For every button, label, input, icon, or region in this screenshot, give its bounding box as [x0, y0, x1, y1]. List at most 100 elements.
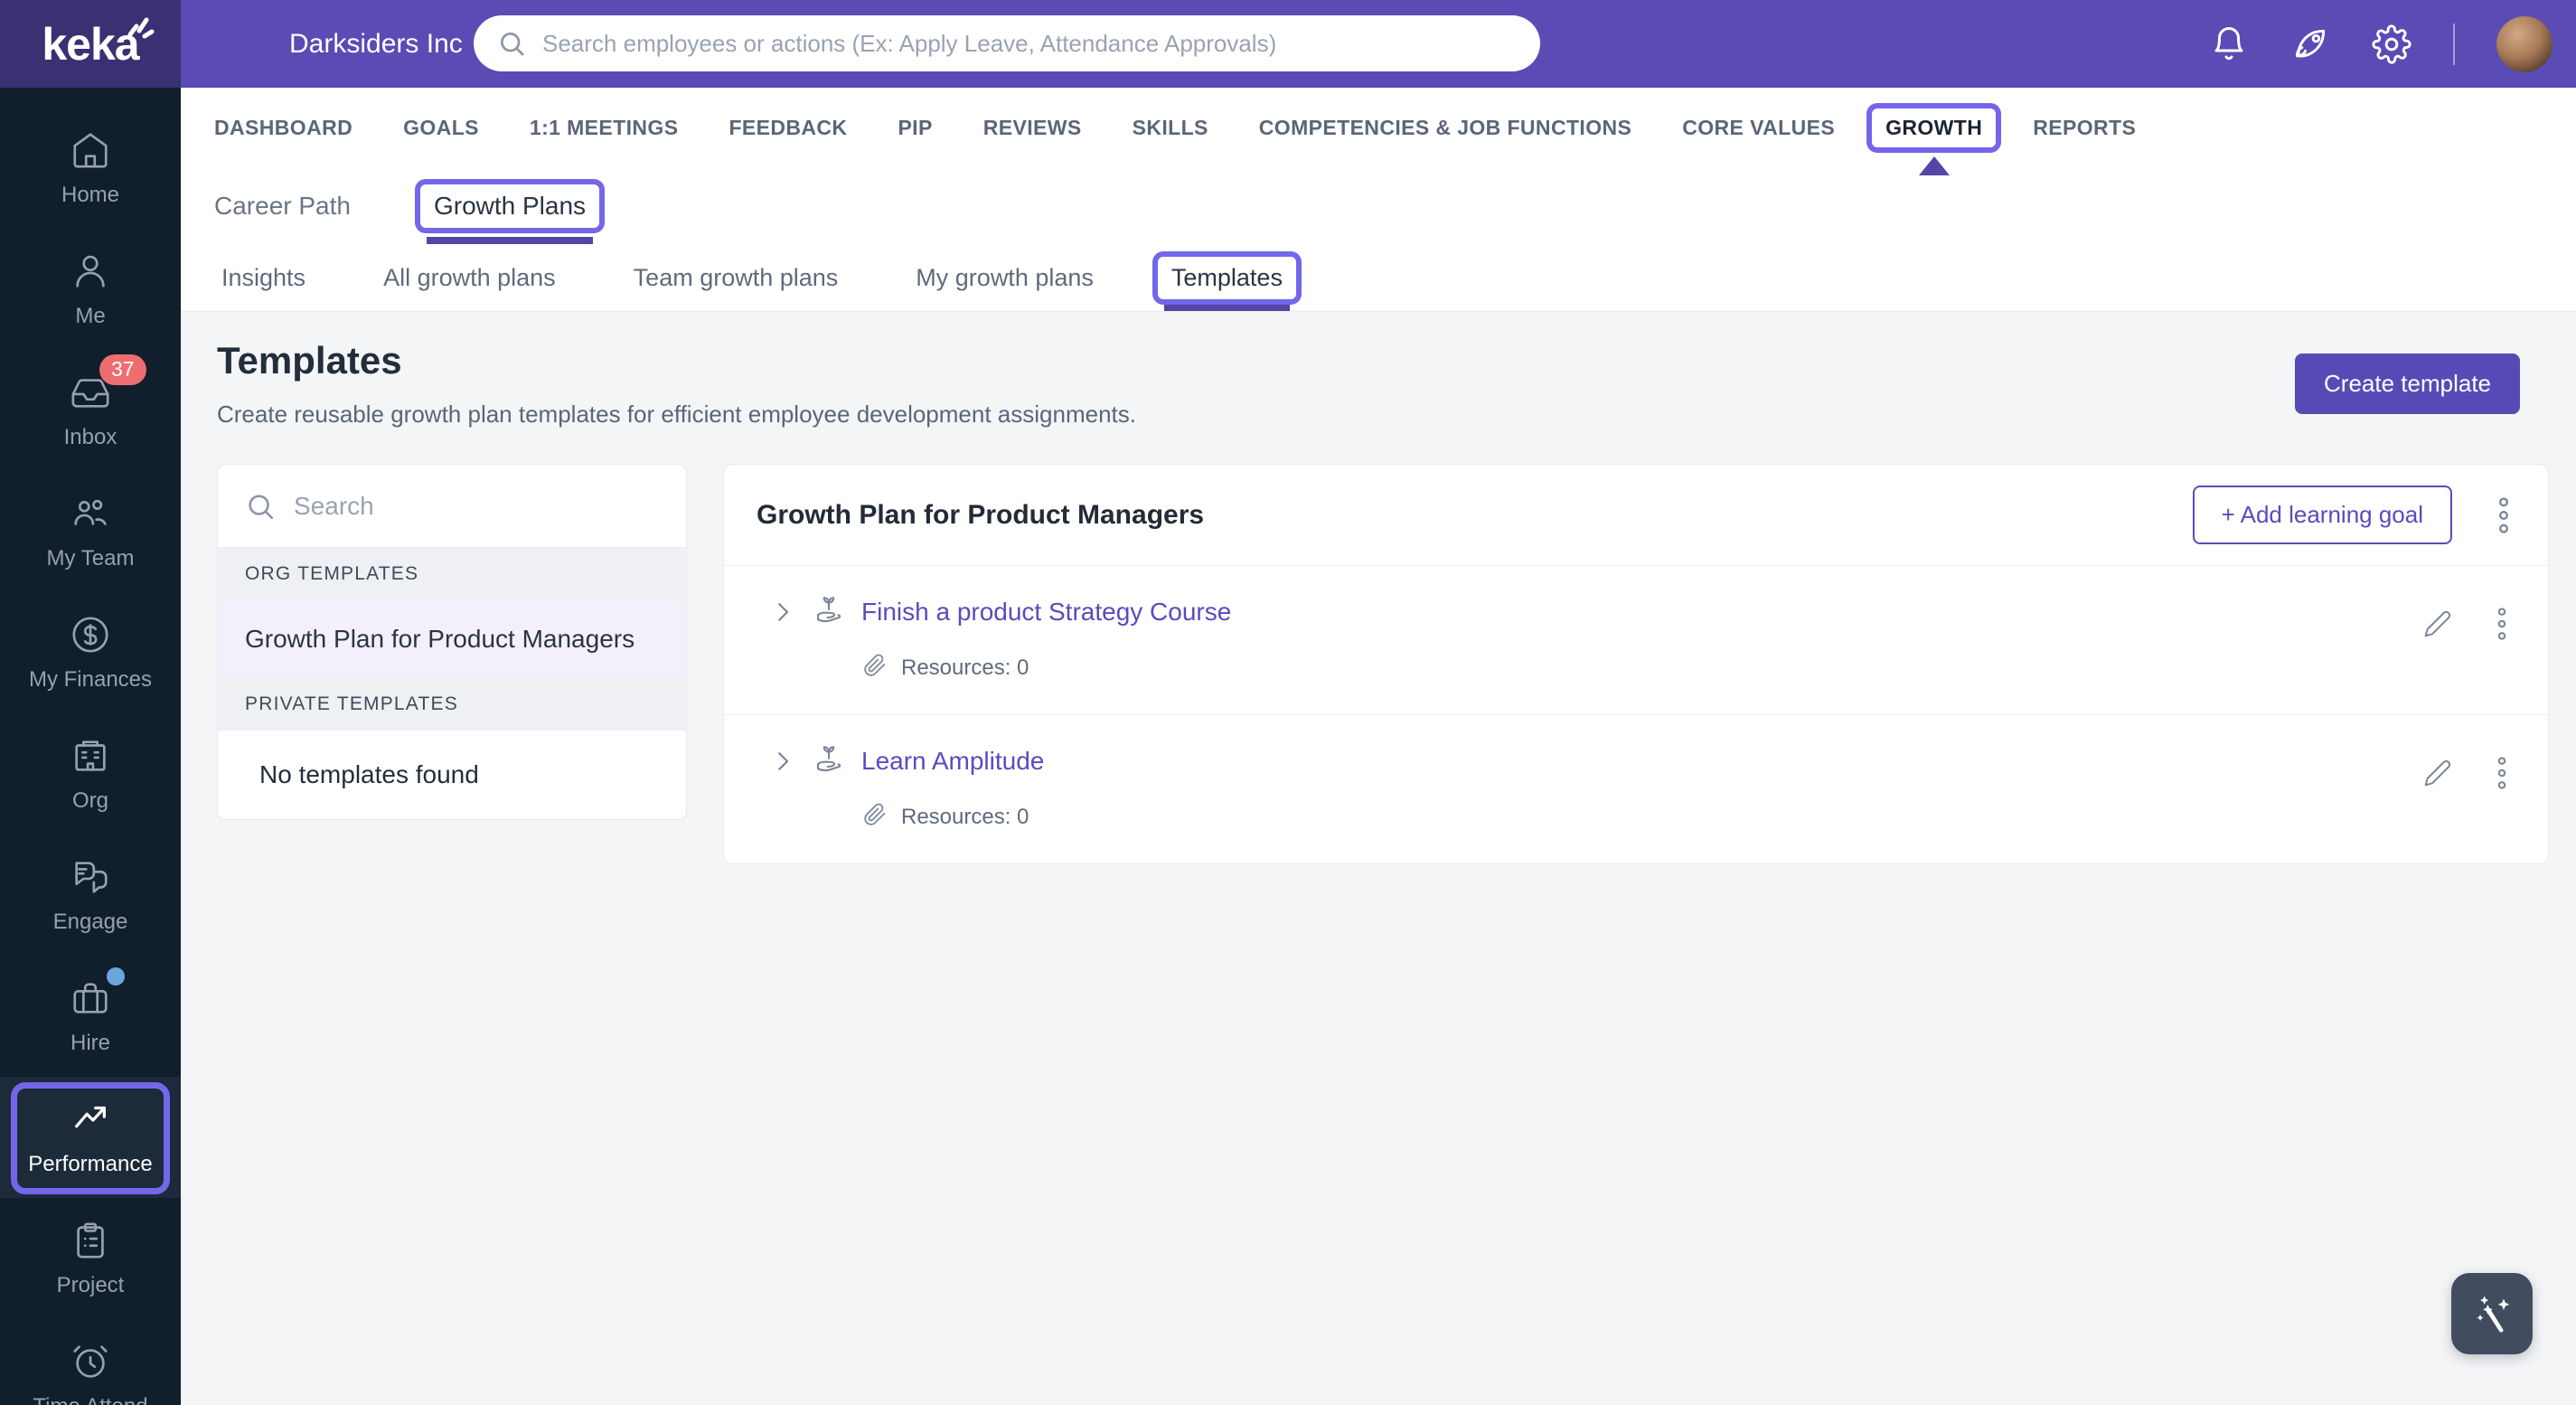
sidebar-item-project[interactable]: Project [0, 1198, 181, 1319]
global-search-input[interactable] [542, 29, 1517, 58]
engage-chat-icon [75, 862, 108, 893]
tab-team-growth-plans[interactable]: Team growth plans [634, 244, 839, 311]
add-learning-goal-button[interactable]: + Add learning goal [2192, 486, 2452, 544]
dollar-circle-icon [72, 617, 108, 653]
active-tab-pointer [1918, 156, 1950, 175]
sidebar-item-me[interactable]: Me [0, 229, 181, 350]
sidebar-item-inbox[interactable]: 37 Inbox [0, 350, 181, 471]
company-name: Darksiders Inc [289, 28, 463, 59]
paperclip-icon [863, 803, 887, 831]
org-templates-header: ORG TEMPLATES [218, 548, 686, 600]
subtab-career-path[interactable]: Career Path [214, 167, 351, 244]
growth-sprout-icon [813, 593, 845, 630]
active-tab-underline [1163, 305, 1290, 311]
tab-goals[interactable]: GOALS [403, 88, 479, 167]
user-avatar[interactable] [2496, 15, 2552, 72]
home-icon [73, 133, 108, 168]
growth-subnav: Career Path Growth Plans [181, 167, 2576, 244]
tab-my-growth-plans[interactable]: My growth plans [916, 244, 1094, 311]
tab-growth[interactable]: GROWTH [1866, 88, 2002, 175]
ai-assistant-fab[interactable] [2451, 1273, 2533, 1354]
annotation-box-growth-plans: Growth Plans [414, 178, 606, 233]
keka-app-window: keka Darksiders Inc Ho [0, 0, 2576, 1405]
team-people-icon [74, 499, 107, 525]
template-list-item[interactable]: Growth Plan for Product Managers [218, 600, 686, 678]
expand-chevron-icon[interactable] [769, 748, 796, 775]
tab-insights[interactable]: Insights [221, 244, 306, 311]
keka-logo[interactable]: keka [0, 0, 181, 88]
template-menu-kebab-icon[interactable] [2490, 495, 2517, 535]
top-header: keka Darksiders Inc [0, 0, 2576, 88]
learning-goal-row: Learn Amplitude Resources: 0 [724, 714, 2548, 863]
edit-goal-pencil-icon[interactable] [2423, 759, 2452, 787]
inbox-count-badge: 37 [99, 354, 146, 385]
module-tab-bar: DASHBOARD GOALS 1:1 MEETINGS FEEDBACK PI… [181, 88, 2576, 175]
tab-competencies-job-functions[interactable]: COMPETENCIES & JOB FUNCTIONS [1259, 88, 1631, 167]
clipboard-icon [77, 1222, 104, 1259]
page-title: Templates [217, 339, 402, 382]
growth-sprout-icon [813, 742, 845, 779]
header-divider [2453, 23, 2455, 65]
private-templates-header: PRIVATE TEMPLATES [218, 678, 686, 731]
briefcase-icon [73, 983, 108, 1014]
template-detail-header: Growth Plan for Product Managers + Add l… [724, 465, 2548, 566]
annotation-box-growth: GROWTH [1866, 102, 2002, 153]
sidebar-item-performance[interactable]: Performance [0, 1077, 181, 1198]
tab-pip[interactable]: PIP [898, 88, 932, 167]
edit-goal-pencil-icon[interactable] [2423, 609, 2452, 638]
sidebar-item-engage[interactable]: Engage [0, 835, 181, 956]
sidebar: Home Me 37 Inbox My Team My Finances Org [0, 88, 181, 1405]
create-template-button[interactable]: Create template [2295, 354, 2520, 414]
alarm-clock-icon [73, 1345, 108, 1378]
org-building-icon [75, 740, 106, 771]
sidebar-item-time-attend[interactable]: Time Attend [0, 1319, 181, 1405]
template-list-panel: ORG TEMPLATES Growth Plan for Product Ma… [217, 464, 687, 820]
tab-feedback[interactable]: FEEDBACK [729, 88, 847, 167]
expand-chevron-icon[interactable] [769, 599, 796, 626]
template-title: Growth Plan for Product Managers [757, 499, 1205, 530]
template-detail-card: Growth Plan for Product Managers + Add l… [723, 464, 2549, 864]
learning-goal-link[interactable]: Finish a product Strategy Course [861, 598, 1231, 627]
notifications-bell-icon[interactable] [2209, 24, 2249, 64]
sidebar-item-my-team[interactable]: My Team [0, 471, 181, 592]
paperclip-icon [863, 654, 887, 682]
learning-goal-link[interactable]: Learn Amplitude [861, 747, 1044, 776]
settings-gear-icon[interactable] [2372, 24, 2411, 64]
logo-spark-icon [127, 17, 155, 39]
active-subtab-underline [426, 237, 594, 244]
search-icon [501, 33, 524, 56]
rocket-icon[interactable] [2290, 24, 2330, 64]
learning-goal-row: Finish a product Strategy Course Resourc… [724, 566, 2548, 714]
empty-templates-message: No templates found [259, 760, 479, 788]
tab-11-meetings[interactable]: 1:1 MEETINGS [530, 88, 679, 167]
resources-count: Resources: 0 [901, 655, 1029, 680]
hire-notification-dot [107, 967, 125, 985]
templates-page: Templates Create reusable growth plan te… [181, 312, 2576, 1405]
resources-count: Resources: 0 [901, 804, 1029, 829]
global-search[interactable] [474, 15, 1540, 71]
tab-core-values[interactable]: CORE VALUES [1682, 88, 1835, 167]
search-icon [249, 494, 274, 519]
annotation-box-templates: Templates [1152, 250, 1302, 305]
sidebar-item-home[interactable]: Home [0, 108, 181, 229]
tab-templates[interactable]: Templates [1152, 244, 1302, 311]
header-actions [2209, 0, 2552, 88]
template-search-input[interactable] [294, 491, 659, 521]
goal-menu-kebab-icon[interactable] [2490, 606, 2514, 642]
subtab-growth-plans[interactable]: Growth Plans [414, 167, 606, 244]
magic-wand-icon [2477, 1296, 2510, 1333]
template-search[interactable] [218, 465, 686, 548]
growth-plans-tabs: Insights All growth plans Team growth pl… [181, 244, 2576, 312]
sidebar-item-org[interactable]: Org [0, 713, 181, 835]
sidebar-item-my-finances[interactable]: My Finances [0, 592, 181, 713]
tab-dashboard[interactable]: DASHBOARD [214, 88, 353, 167]
sidebar-item-hire[interactable]: Hire [0, 956, 181, 1077]
goal-menu-kebab-icon[interactable] [2490, 755, 2514, 791]
tab-skills[interactable]: SKILLS [1133, 88, 1208, 167]
trending-up-icon [75, 1106, 106, 1128]
page-subtitle: Create reusable growth plan templates fo… [217, 401, 1136, 428]
tab-reviews[interactable]: REVIEWS [983, 88, 1082, 167]
person-icon [76, 255, 105, 288]
tab-all-growth-plans[interactable]: All growth plans [383, 244, 556, 311]
tab-reports[interactable]: REPORTS [2033, 88, 2136, 167]
